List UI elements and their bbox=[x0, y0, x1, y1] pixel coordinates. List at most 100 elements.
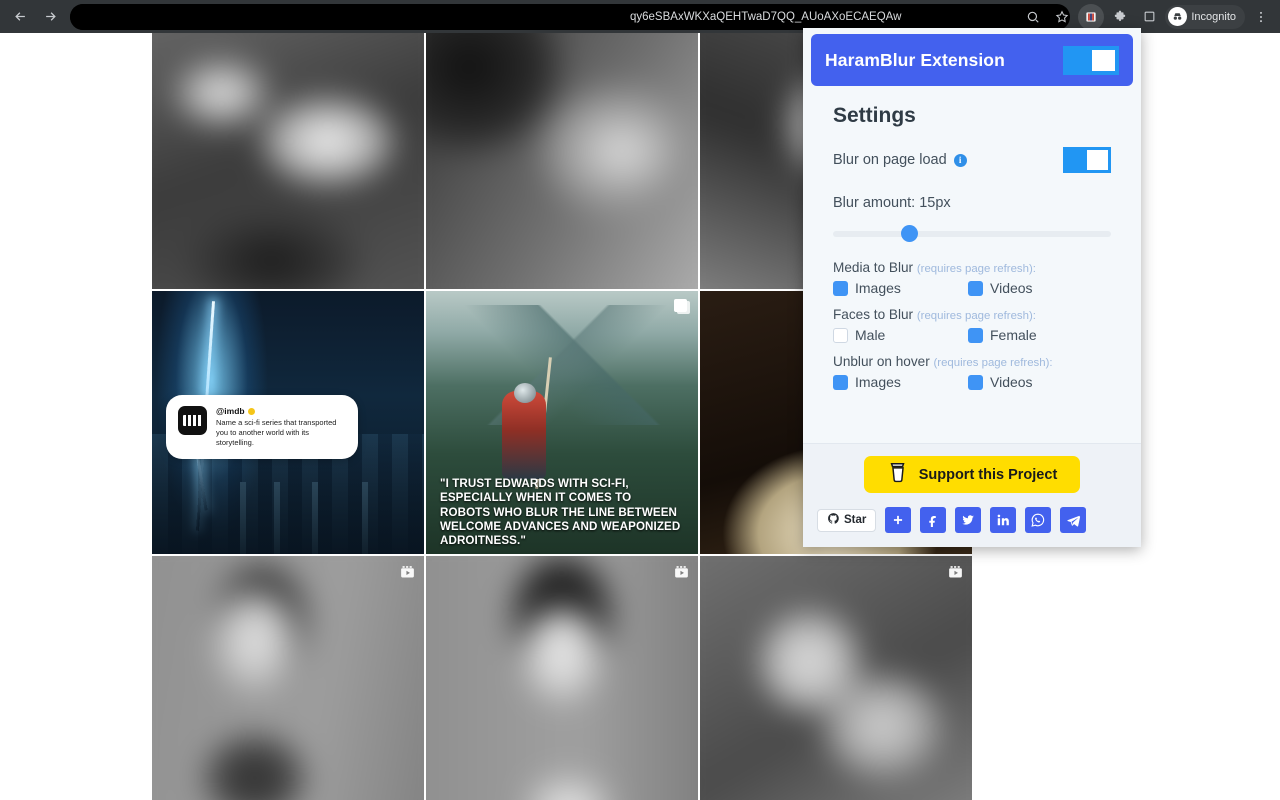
popup-header: HaramBlur Extension bbox=[811, 34, 1133, 86]
blurred-image-1[interactable] bbox=[152, 33, 424, 289]
checkbox-media-videos[interactable]: Videos bbox=[968, 280, 1103, 296]
robot-quote-image[interactable]: "I TRUST EDWARDS WITH SCI-FI, ESPECIALLY… bbox=[426, 291, 698, 554]
search-icon[interactable] bbox=[1020, 4, 1046, 30]
support-this-project-button[interactable]: Support this Project bbox=[864, 456, 1080, 493]
blur-amount-label: Blur amount: 15px bbox=[833, 195, 951, 211]
checkbox-label: Images bbox=[855, 280, 901, 296]
haramblur-extension-popup: HaramBlur Extension Settings Blur on pag… bbox=[803, 28, 1141, 547]
linkedin-share-button[interactable] bbox=[990, 507, 1017, 533]
facebook-share-button[interactable] bbox=[920, 507, 947, 533]
quote-text: "I TRUST EDWARDS WITH SCI-FI, ESPECIALLY… bbox=[440, 477, 681, 547]
redacted-url-region bbox=[70, 4, 640, 30]
faces-to-blur-options: Male Female bbox=[833, 327, 1111, 343]
info-icon[interactable]: i bbox=[953, 153, 967, 167]
faces-to-blur-group: Faces to Blur (requires page refresh): M… bbox=[833, 307, 1111, 343]
multi-image-badge-icon bbox=[672, 299, 690, 317]
checkbox-label: Videos bbox=[990, 280, 1033, 296]
blurred-video-2[interactable] bbox=[426, 556, 698, 800]
post-decoration-4 bbox=[362, 482, 368, 554]
master-toggle-knob bbox=[1092, 49, 1115, 71]
back-arrow-icon[interactable] bbox=[6, 3, 34, 31]
slider-thumb[interactable] bbox=[901, 225, 919, 242]
three-dot-menu-icon[interactable] bbox=[1248, 4, 1274, 30]
unblur-on-hover-title: Unblur on hover (requires page refresh): bbox=[833, 354, 1111, 369]
group-title-text: Unblur on hover bbox=[833, 354, 930, 369]
checkbox-hover-images[interactable]: Images bbox=[833, 374, 968, 390]
share-plus-button[interactable] bbox=[885, 507, 912, 533]
telegram-share-button[interactable] bbox=[1060, 507, 1087, 533]
robot-figure-decoration bbox=[502, 391, 546, 479]
media-to-blur-group: Media to Blur (requires page refresh): I… bbox=[833, 260, 1111, 296]
quote-overlay: "I TRUST EDWARDS WITH SCI-FI, ESPECIALLY… bbox=[426, 477, 698, 548]
github-icon bbox=[827, 512, 840, 528]
popup-footer: Support this Project Star bbox=[803, 443, 1141, 547]
forward-arrow-icon[interactable] bbox=[36, 3, 64, 31]
blur-on-page-load-label: Blur on page load bbox=[833, 152, 947, 168]
slider-track bbox=[833, 231, 1111, 237]
checkbox-box[interactable] bbox=[968, 374, 983, 390]
blurred-video-3[interactable] bbox=[700, 556, 972, 800]
whatsapp-share-button[interactable] bbox=[1025, 507, 1052, 533]
tweet-text: Name a sci-fi series that transported yo… bbox=[216, 418, 337, 447]
mountain-decoration bbox=[426, 305, 698, 425]
checkbox-hover-videos[interactable]: Videos bbox=[968, 374, 1103, 390]
checkbox-media-images[interactable]: Images bbox=[833, 280, 968, 296]
blur-amount-slider[interactable] bbox=[833, 224, 1111, 244]
group-title-text: Faces to Blur bbox=[833, 307, 914, 322]
group-hint-text: (requires page refresh): bbox=[916, 263, 1036, 275]
group-hint-text: (requires page refresh): bbox=[933, 357, 1053, 369]
settings-heading: Settings bbox=[833, 104, 916, 127]
checkbox-label: Images bbox=[855, 374, 901, 390]
unblur-on-hover-group: Unblur on hover (requires page refresh):… bbox=[833, 354, 1111, 390]
incognito-profile-button[interactable]: Incognito bbox=[1165, 4, 1245, 29]
support-button-label: Support this Project bbox=[918, 466, 1058, 483]
haramblur-extension-icon[interactable] bbox=[1078, 3, 1105, 30]
incognito-avatar-icon bbox=[1168, 7, 1188, 26]
checkbox-faces-female[interactable]: Female bbox=[968, 327, 1103, 343]
checkbox-box[interactable] bbox=[968, 327, 983, 343]
twitter-share-button[interactable] bbox=[955, 507, 982, 533]
popup-body: Settings Blur on page load i Blur amount… bbox=[803, 86, 1141, 443]
tweet-body: @imdb Name a sci-fi series that transpor… bbox=[216, 406, 346, 448]
faces-to-blur-title: Faces to Blur (requires page refresh): bbox=[833, 307, 1111, 322]
post-decoration-2 bbox=[274, 482, 280, 554]
imdb-tweet-image[interactable]: @imdb Name a sci-fi series that transpor… bbox=[152, 291, 424, 554]
github-star-button[interactable]: Star bbox=[817, 508, 877, 532]
blur-on-page-load-label-group: Blur on page load i bbox=[833, 152, 967, 168]
address-bar[interactable]: qy6eSBAxWKXaQEHTwaD7QQ_AUoAXoECAEQAw bbox=[70, 4, 1070, 30]
master-toggle[interactable] bbox=[1063, 45, 1119, 75]
post-decoration-3 bbox=[312, 482, 318, 554]
media-to-blur-options: Images Videos bbox=[833, 280, 1111, 296]
post-decoration-1 bbox=[240, 482, 246, 554]
extensions-puzzle-icon[interactable] bbox=[1107, 4, 1133, 30]
blurred-image-2[interactable] bbox=[426, 33, 698, 289]
checkbox-label: Female bbox=[990, 327, 1037, 343]
robot-head-decoration bbox=[514, 383, 536, 403]
video-badge-icon bbox=[947, 564, 964, 581]
blur-on-page-load-row: Blur on page load i bbox=[833, 147, 1111, 173]
coffee-cup-icon bbox=[887, 460, 909, 489]
checkbox-box[interactable] bbox=[968, 280, 983, 296]
imdb-tweet-card: @imdb Name a sci-fi series that transpor… bbox=[166, 395, 358, 459]
verified-badge-icon bbox=[247, 407, 255, 415]
checkbox-box[interactable] bbox=[833, 327, 848, 343]
tweet-handle: @imdb bbox=[216, 406, 245, 416]
blur-on-page-load-toggle-knob bbox=[1087, 150, 1108, 170]
popup-title: HaramBlur Extension bbox=[825, 49, 1005, 70]
video-badge-icon bbox=[399, 564, 416, 581]
checkbox-faces-male[interactable]: Male bbox=[833, 327, 968, 343]
tweet-handle-row: @imdb bbox=[216, 406, 346, 416]
blur-on-page-load-toggle[interactable] bbox=[1063, 147, 1111, 173]
checkbox-box[interactable] bbox=[833, 374, 848, 390]
group-title-text: Media to Blur bbox=[833, 260, 914, 275]
star-icon[interactable] bbox=[1049, 4, 1075, 30]
url-text: qy6eSBAxWKXaQEHTwaD7QQ_AUoAXoECAEQAw bbox=[630, 11, 902, 23]
checkbox-box[interactable] bbox=[833, 280, 848, 296]
unblur-on-hover-options: Images Videos bbox=[833, 374, 1111, 390]
split-screen-icon[interactable] bbox=[1136, 4, 1162, 30]
checkbox-label: Videos bbox=[990, 374, 1033, 390]
checkbox-label: Male bbox=[855, 327, 886, 343]
blurred-video-1[interactable] bbox=[152, 556, 424, 800]
imdb-logo-icon bbox=[178, 406, 207, 435]
incognito-label: Incognito bbox=[1191, 10, 1236, 23]
